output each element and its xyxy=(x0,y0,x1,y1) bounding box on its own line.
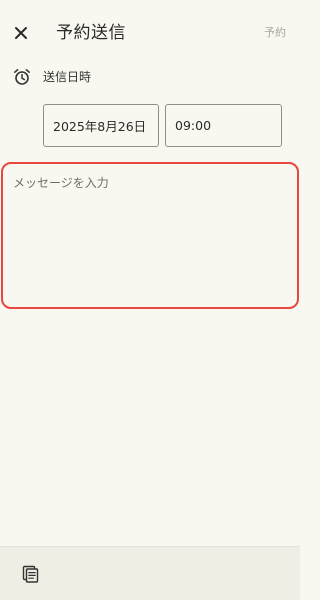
page-title: 予約送信 xyxy=(56,23,126,43)
send-datetime-label: 送信日時 xyxy=(43,70,92,84)
time-field[interactable]: 09:00 xyxy=(165,104,282,147)
close-button[interactable] xyxy=(8,20,34,46)
time-value: 09:00 xyxy=(175,118,212,133)
message-box xyxy=(1,162,299,309)
schedule-button[interactable]: 予約 xyxy=(264,25,286,41)
alarm-clock-icon xyxy=(14,69,30,85)
message-input[interactable] xyxy=(13,174,287,297)
bottom-toolbar xyxy=(0,546,300,600)
date-field[interactable]: 2025年8月26日 xyxy=(43,104,159,147)
close-icon xyxy=(15,27,27,39)
template-button[interactable] xyxy=(18,561,44,587)
template-list-icon xyxy=(22,565,39,583)
send-datetime-row: 送信日時 xyxy=(0,66,300,88)
schedule-send-screen: 予約送信 予約 送信日時 2025年8月26日 09:00 xyxy=(0,0,300,600)
header: 予約送信 予約 xyxy=(0,0,300,66)
date-value: 2025年8月26日 xyxy=(53,119,147,134)
